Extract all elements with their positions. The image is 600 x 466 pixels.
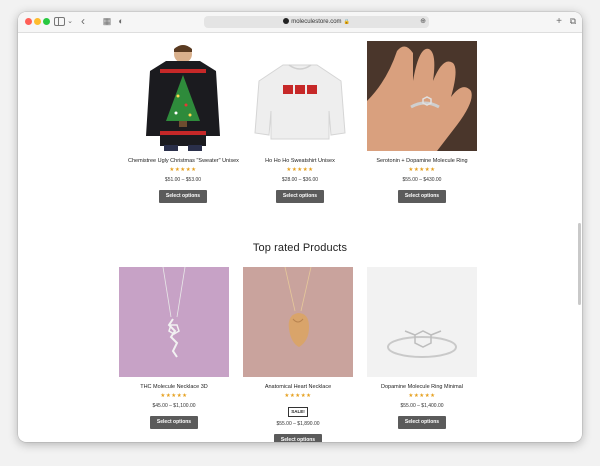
product-image-thc-necklace[interactable] xyxy=(119,267,229,377)
product-card[interactable]: Anatomical Heart Necklace ★★★★★ SALE! $5… xyxy=(243,267,353,442)
rating-stars: ★★★★★ xyxy=(160,393,188,399)
product-image-ring[interactable] xyxy=(367,41,477,151)
product-price: $55.00 – $430.00 xyxy=(402,177,442,183)
product-image-heart-necklace[interactable] xyxy=(243,267,353,377)
site-favicon-icon xyxy=(283,18,290,24)
product-price: $55.00 – $1,400.00 xyxy=(400,403,444,409)
address-bar[interactable]: moleculestore.com 🔒 ⊕ xyxy=(204,16,429,28)
chevron-down-icon[interactable]: ⌄ xyxy=(66,14,74,29)
select-options-button[interactable]: Select options xyxy=(158,190,208,203)
minimize-window-button[interactable] xyxy=(34,18,41,25)
select-options-button[interactable]: Select options xyxy=(275,190,325,203)
product-name[interactable]: THC Molecule Necklace 3D xyxy=(119,383,229,391)
sidebar-icon[interactable] xyxy=(54,17,65,26)
product-name[interactable]: Serotonin + Dopamine Molecule Ring xyxy=(367,157,477,165)
product-card[interactable]: Dopamine Molecule Ring Minimal ★★★★★ $55… xyxy=(367,267,477,429)
product-card[interactable]: Chemistree Ugly Christmas "Sweater" Unis… xyxy=(128,41,239,203)
rating-stars: ★★★★★ xyxy=(408,167,436,173)
product-image-sweater[interactable] xyxy=(128,41,238,151)
zoom-window-button[interactable] xyxy=(43,18,50,25)
product-image-sweatshirt[interactable] xyxy=(245,41,355,151)
rating-stars: ★★★★★ xyxy=(408,393,436,399)
tabs-overview-icon[interactable]: ⧉ xyxy=(568,14,578,29)
product-price: $55.00 – $1,890.00 xyxy=(276,421,320,427)
dopamine-ring-illustration xyxy=(367,267,477,377)
product-price: $45.00 – $1,100.00 xyxy=(152,403,196,409)
close-window-button[interactable] xyxy=(25,18,32,25)
ring-hand-illustration xyxy=(367,41,477,151)
sale-badge: SALE! xyxy=(288,407,308,417)
product-name[interactable]: Ho Ho Ho Sweatshirt Unisex xyxy=(245,157,355,165)
thc-necklace-illustration xyxy=(119,267,229,377)
product-card[interactable]: Ho Ho Ho Sweatshirt Unisex ★★★★★ $28.00 … xyxy=(245,41,355,203)
product-name[interactable]: Chemistree Ugly Christmas "Sweater" Unis… xyxy=(128,157,239,165)
rating-stars: ★★★★★ xyxy=(169,167,197,173)
select-options-button[interactable]: Select options xyxy=(273,434,323,442)
scrollbar-thumb[interactable] xyxy=(578,223,581,305)
heart-necklace-illustration xyxy=(243,267,353,377)
select-options-button[interactable]: Select options xyxy=(397,416,447,429)
product-price: $51.00 – $53.00 xyxy=(164,177,202,183)
select-options-button[interactable]: Select options xyxy=(397,190,447,203)
rating-stars: ★★★★★ xyxy=(284,393,312,399)
browser-window: ⌄ ‹ ▦ ◐ moleculestore.com 🔒 ⊕ + ⧉ Chemis… xyxy=(18,12,582,442)
lock-icon: 🔒 xyxy=(343,19,350,25)
product-card[interactable]: THC Molecule Necklace 3D ★★★★★ $45.00 – … xyxy=(119,267,229,429)
product-card[interactable]: Serotonin + Dopamine Molecule Ring ★★★★★… xyxy=(367,41,477,203)
product-name[interactable]: Dopamine Molecule Ring Minimal xyxy=(367,383,477,391)
reader-icon[interactable]: ⊕ xyxy=(420,16,426,28)
browser-toolbar: ⌄ ‹ ▦ ◐ moleculestore.com 🔒 ⊕ + ⧉ xyxy=(18,12,582,33)
section-title: Top rated Products xyxy=(252,242,348,254)
shield-icon[interactable]: ◐ xyxy=(116,14,126,29)
sweatshirt-illustration xyxy=(254,64,346,140)
product-name[interactable]: Anatomical Heart Necklace xyxy=(243,383,353,391)
back-icon[interactable]: ‹ xyxy=(78,14,88,29)
select-options-button[interactable]: Select options xyxy=(149,416,199,429)
sweater-illustration xyxy=(146,45,220,151)
new-tab-icon[interactable]: + xyxy=(554,14,564,29)
url-text: moleculestore.com xyxy=(291,19,342,25)
product-image-dopamine-ring[interactable] xyxy=(367,267,477,377)
rating-stars: ★★★★★ xyxy=(286,167,314,173)
product-price: $28.00 – $36.00 xyxy=(281,177,319,183)
grid-icon[interactable]: ▦ xyxy=(102,14,112,29)
page-content: Chemistree Ugly Christmas "Sweater" Unis… xyxy=(18,33,582,442)
scrollbar[interactable] xyxy=(576,33,582,442)
